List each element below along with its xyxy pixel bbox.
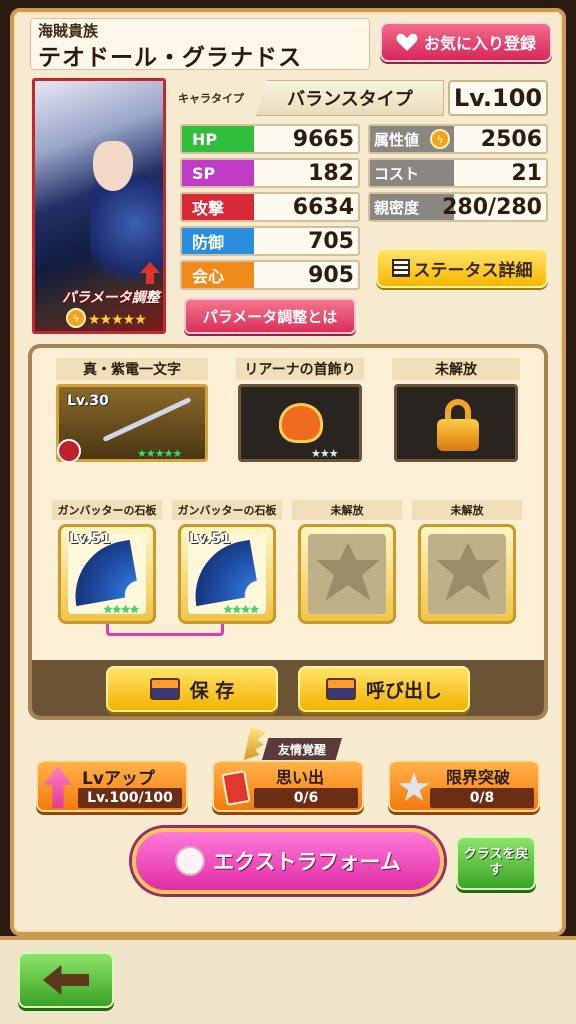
stat-defense-label: 防御 [182,228,254,254]
star-icon [398,772,430,802]
emblem-icon [175,846,206,876]
stat-sp-value: 182 [308,160,354,186]
portrait-face [93,141,133,191]
plate-3-label: 未解放 [292,500,402,520]
stat-cost: コスト 21 [368,158,548,188]
stat-sp-label: SP [182,160,254,186]
locked-slot[interactable] [394,384,518,462]
limit-break-value: 0/8 [430,788,534,808]
extra-form-label: エクストラフォーム [213,850,401,874]
level-up-value: Lv.100/100 [78,788,182,808]
stat-critical-label: 会心 [182,262,254,288]
param-adjust-info-button[interactable]: パラメータ調整とは [184,298,356,334]
weapon-type-icon [57,439,81,463]
stat-attribute: 属性値 ϟ 2506 [368,124,548,154]
lightning-icon: ϟ [66,308,86,328]
stat-cost-value: 21 [511,160,542,186]
weapon-level: Lv.30 [67,393,109,409]
chest-icon [149,678,180,700]
stat-intimacy: 親密度 280/280 [368,192,548,222]
plate-2-stars: ★★★★ [223,603,259,616]
stat-hp-label: HP [182,126,254,152]
stat-defense-value: 705 [308,228,354,254]
plate-1-level: Lv.51 [69,531,111,547]
sword-icon [102,396,192,443]
stat-hp: HP 9665 [180,124,360,154]
accessory-slot[interactable]: ★★★ [238,384,362,462]
memories-title: 思い出 [276,768,325,787]
chara-type-value: バランスタイプ [256,80,444,116]
save-button-label: 保 存 [189,679,235,702]
limit-break-title: 限界突破 [446,768,511,787]
extra-form-button[interactable]: エクストラフォーム [132,828,444,894]
plate-2-level: Lv.51 [189,531,231,547]
stat-cost-label: コスト [370,160,454,186]
lightning-icon: ϟ [430,129,450,149]
plate-1-stars: ★★★★ [103,603,139,616]
memories-value: 0/6 [254,788,358,808]
lock-icon [437,399,479,451]
chest-icon [325,678,356,700]
necklace-icon [279,403,323,443]
favorite-button[interactable]: お気に入り登録 [380,22,552,62]
stat-intimacy-value: 280/280 [442,194,542,220]
portrait-stars: ★★★★★ [88,312,147,328]
stat-attack-value: 6634 [292,194,354,220]
plate-slot-4[interactable] [418,524,516,624]
chara-type-label: キャラタイプ [178,92,244,105]
plate-2-label: ガンバッターの石板 [172,500,282,520]
weapon-label: 真・紫電一文字 [56,358,208,380]
param-adjust-badge: パラメータ調整 [62,290,160,306]
card-icon [221,770,251,806]
weapon-slot[interactable]: Lv.30 ★★★★★ [56,384,208,463]
back-button[interactable] [18,952,114,1008]
level-up-button[interactable]: Lvアップ Lv.100/100 [36,760,188,812]
plate-link-indicator [106,624,224,636]
memories-button[interactable]: 思い出 0/6 [212,760,364,812]
level-up-title: Lvアップ [82,769,155,789]
list-icon [391,259,410,277]
accessory-stars: ★★★ [311,447,339,460]
locked-slot-label: 未解放 [392,358,520,380]
stat-attack-label: 攻撃 [182,194,254,220]
stat-critical-value: 905 [308,262,354,288]
plate-slot-3[interactable] [298,524,396,624]
plate-slot-1[interactable]: Lv.51 ★★★★ [58,524,156,624]
stat-hp-value: 9665 [292,126,354,152]
limit-break-button[interactable]: 限界突破 0/8 [388,760,540,812]
accessory-label: リアーナの首飾り [236,358,364,380]
stat-attribute-value: 2506 [480,126,542,152]
portrait-hair [90,176,163,296]
level-up-arrow-icon [44,766,72,808]
stat-attack: 攻撃 6634 [180,192,360,222]
level-display: Lv.100 [448,80,548,116]
stat-sp: SP 182 [180,158,360,188]
plate-1-label: ガンバッターの石板 [52,500,162,520]
weapon-stars: ★★★★★ [137,447,182,460]
back-arrow-icon [43,965,89,995]
revert-class-button[interactable]: クラスを戻す [456,836,536,890]
screen: 海賊貴族 テオドール・グラナドス お気に入り登録 パラメータ調整 ϟ ★★★★★… [0,0,576,1024]
plate-4-label: 未解放 [412,500,522,520]
plate-slot-2[interactable]: Lv.51 ★★★★ [178,524,276,624]
stat-defense: 防御 705 [180,226,360,256]
favorite-button-label: お気に入り登録 [423,34,536,53]
status-detail-button[interactable]: ステータス詳細 [376,248,548,288]
friendship-awakening-tag: 友情覚醒 [262,738,342,760]
save-button[interactable]: 保 存 [106,666,278,712]
stat-critical: 会心 905 [180,260,360,290]
load-button[interactable]: 呼び出し [298,666,470,712]
character-name: テオドール・グラナドス [38,45,302,71]
heart-icon [396,32,418,52]
load-button-label: 呼び出し [365,679,442,702]
status-detail-label: ステータス詳細 [413,260,533,281]
